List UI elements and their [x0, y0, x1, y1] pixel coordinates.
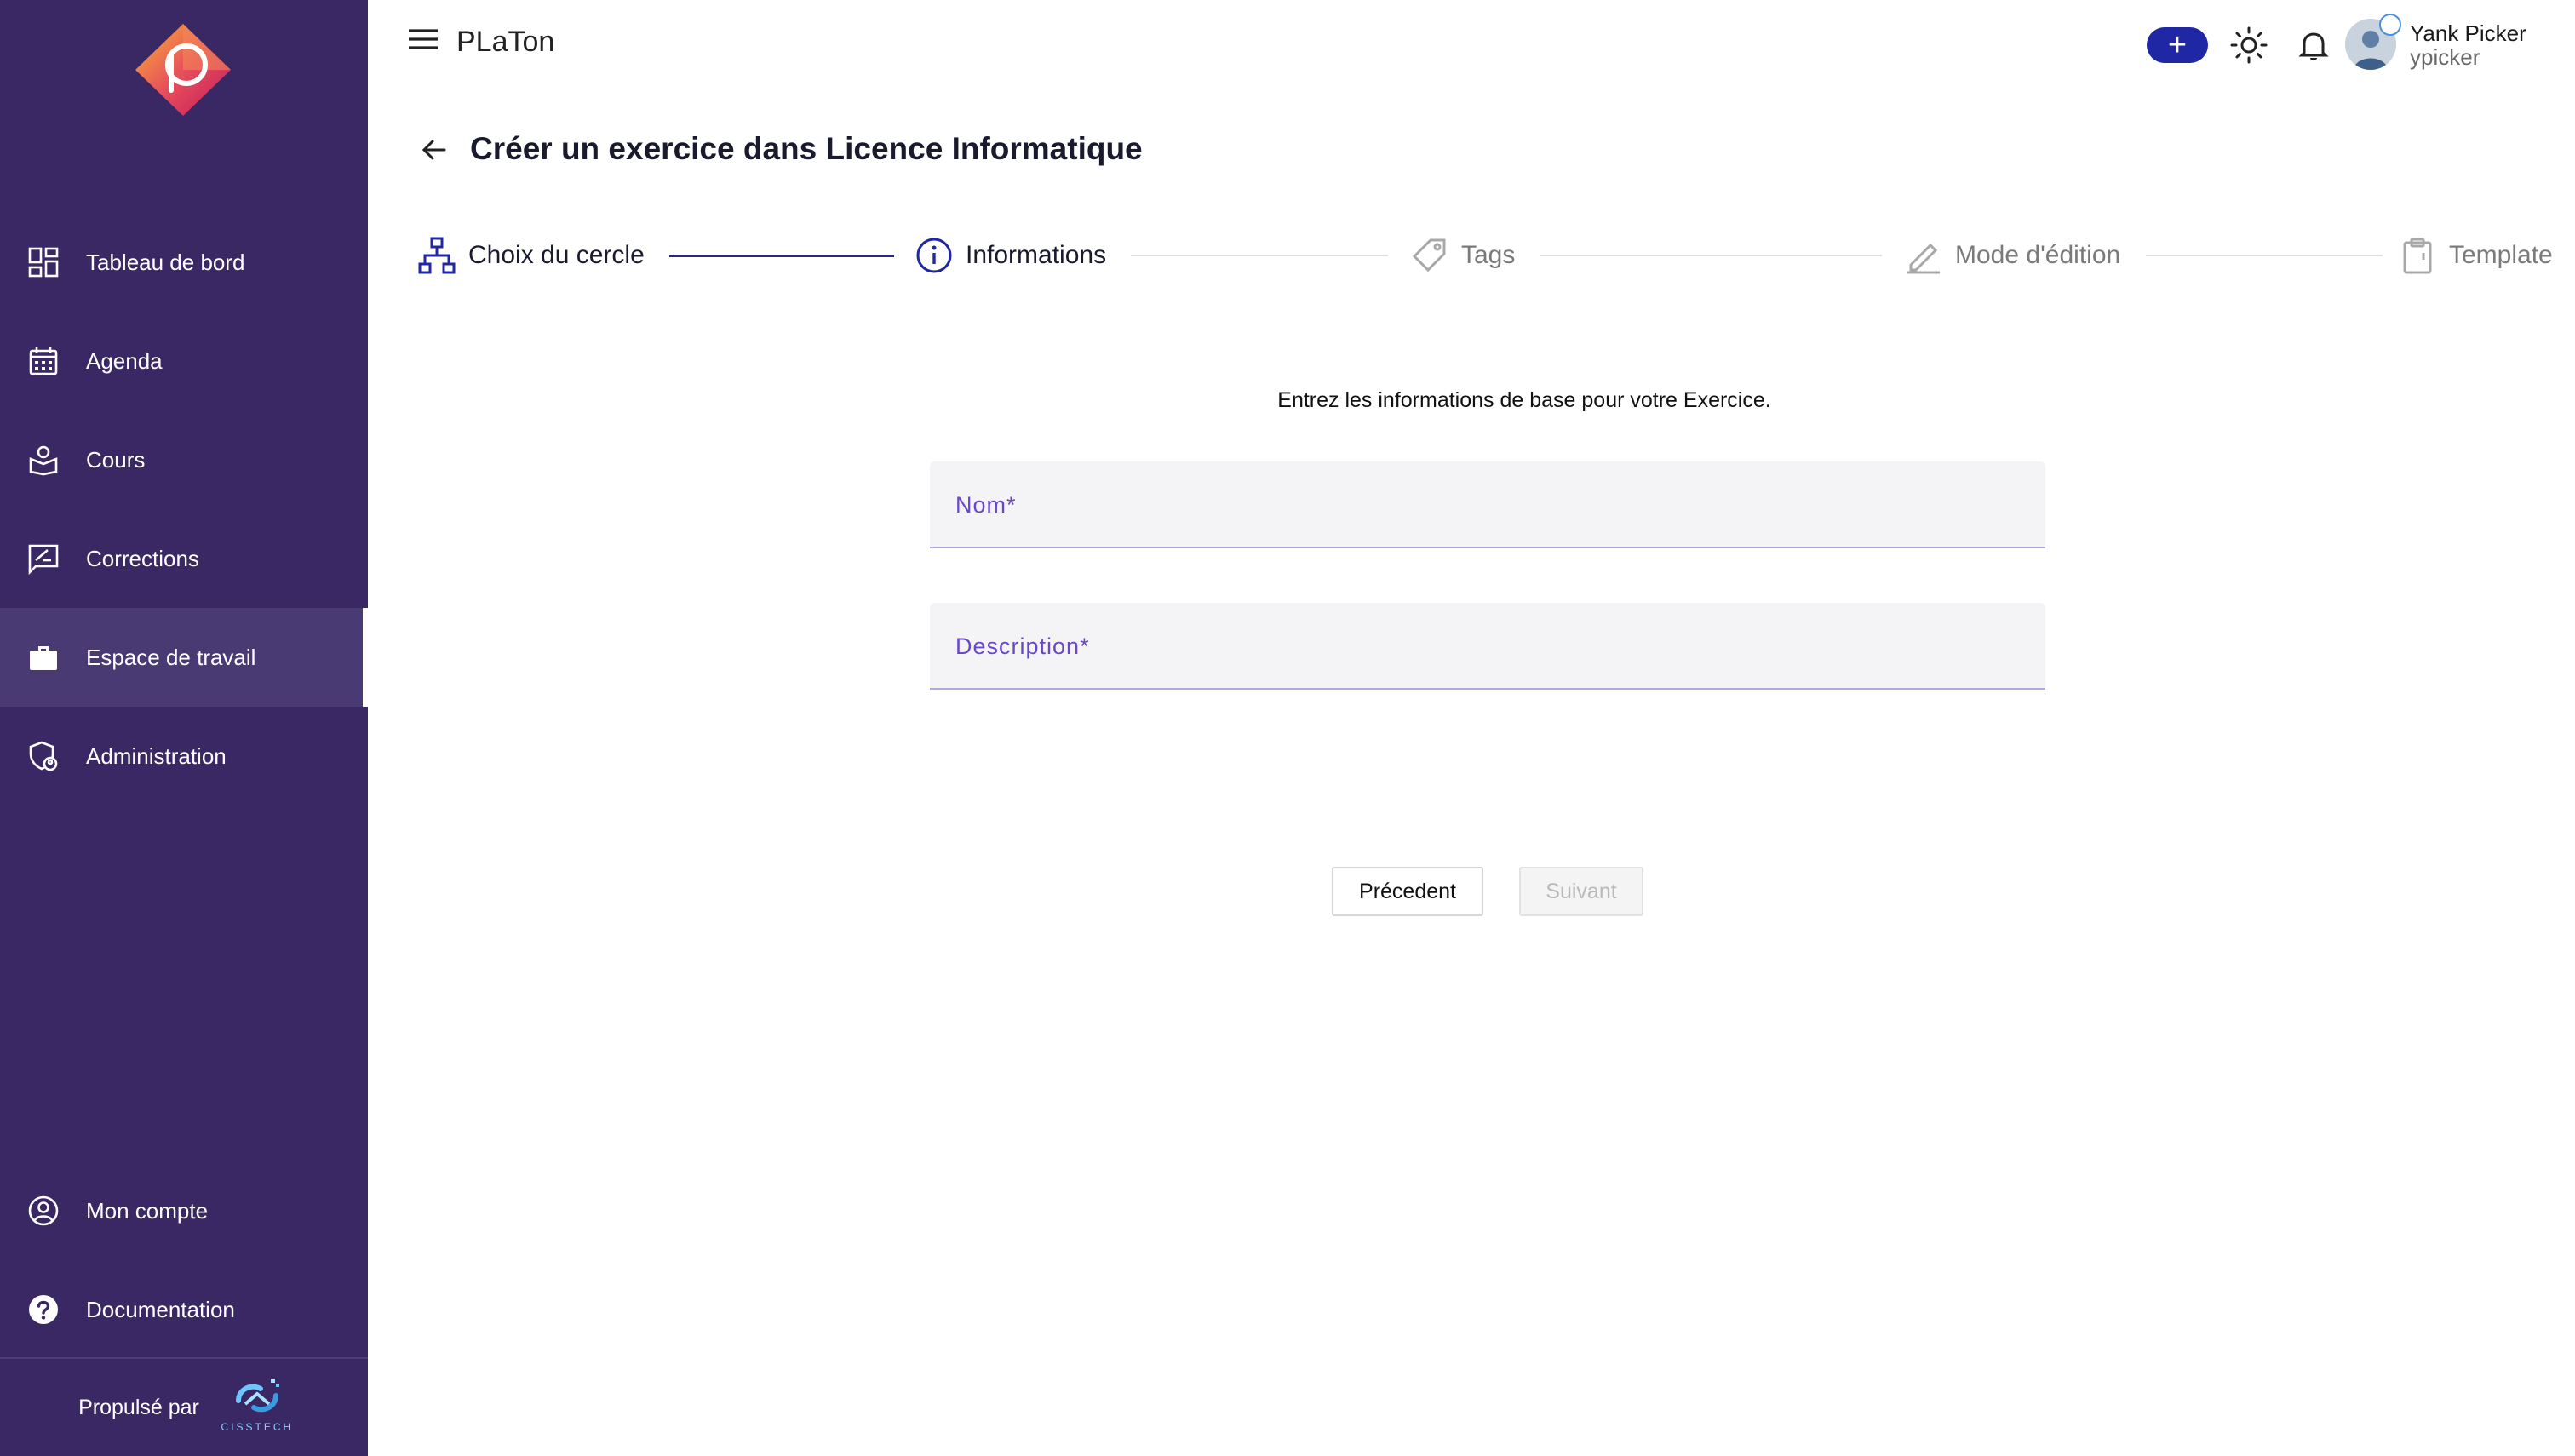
tag-icon: [1410, 236, 1449, 275]
hamburger-menu-icon: [409, 29, 438, 49]
step-label: Tags: [1461, 241, 1516, 269]
step-label: Template: [2449, 241, 2553, 269]
step-label: Choix du cercle: [468, 241, 645, 269]
cisstech-logo[interactable]: CISSTECH: [221, 1375, 290, 1440]
cisstech-logo-text: CISSTECH: [221, 1421, 294, 1433]
sidebar-item-account[interactable]: Mon compte: [0, 1161, 368, 1260]
cisstech-logo-icon: [235, 1379, 279, 1413]
bell-icon: [2298, 32, 2329, 60]
info-icon: [915, 236, 954, 275]
calendar-icon: [27, 345, 60, 377]
sidebar: Tableau de bord Agenda Cours Corrections…: [0, 0, 368, 1456]
clipboard-icon: [2398, 236, 2437, 275]
sidebar-item-label: Tableau de bord: [86, 249, 245, 275]
sidebar-item-label: Mon compte: [86, 1197, 209, 1224]
sidebar-item-label: Documentation: [86, 1296, 235, 1322]
step-label: Mode d'édition: [1955, 241, 2121, 269]
sidebar-item-courses[interactable]: Cours: [0, 410, 368, 509]
sidebar-item-label: Administration: [86, 742, 227, 769]
sidebar-nav: Tableau de bord Agenda Cours Corrections…: [0, 213, 368, 805]
next-button[interactable]: Suivant: [1519, 867, 1643, 916]
sidebar-item-administration[interactable]: Administration: [0, 707, 368, 805]
step-label: Informations: [966, 241, 1107, 269]
user-login: ypicker: [2410, 44, 2480, 70]
admin-icon: [27, 740, 60, 772]
dashboard-icon: [27, 246, 60, 278]
pencil-icon: [1904, 236, 1943, 275]
corrections-icon: [27, 542, 60, 575]
stepper: Choix du cercle Informations Tags Mode d…: [417, 228, 2555, 283]
briefcase-icon: [27, 641, 60, 674]
sidebar-item-label: Corrections: [86, 545, 199, 571]
back-button[interactable]: [417, 133, 451, 167]
powered-by-label: Propulsé par: [78, 1395, 199, 1419]
hierarchy-icon: [417, 236, 456, 275]
account-icon: [27, 1195, 60, 1227]
theme-toggle-button[interactable]: [2229, 26, 2268, 65]
user-name: Yank Picker: [2410, 20, 2526, 46]
sidebar-item-workspace[interactable]: Espace de travail: [0, 608, 368, 707]
sidebar-item-corrections[interactable]: Corrections: [0, 509, 368, 608]
arrow-left-icon: [422, 140, 446, 160]
step-connector: [2146, 255, 2383, 256]
verified-badge-icon: [2379, 14, 2401, 36]
sidebar-bottom-nav: Mon compte Documentation: [0, 1161, 368, 1359]
description-field-label: Description*: [955, 633, 1090, 659]
sidebar-item-dashboard[interactable]: Tableau de bord: [0, 213, 368, 312]
step-edit-mode[interactable]: Mode d'édition: [1904, 228, 2120, 283]
sidebar-item-label: Espace de travail: [86, 644, 256, 670]
sidebar-item-label: Agenda: [86, 347, 163, 374]
previous-button[interactable]: Précedent: [1332, 867, 1483, 916]
page-title: Créer un exercice dans Licence Informati…: [470, 131, 1143, 166]
topbar: PLaTon + Yank Picker ypicker: [368, 0, 2575, 94]
add-button[interactable]: +: [2147, 27, 2208, 63]
plus-icon: +: [2167, 27, 2188, 63]
form-hint: Entrez les informations de base pour vot…: [1277, 388, 1771, 412]
description-field[interactable]: Description*: [930, 603, 2045, 690]
menu-toggle-button[interactable]: [404, 24, 446, 58]
step-connector: [669, 255, 894, 257]
step-template[interactable]: Template: [2398, 228, 2553, 283]
platon-logo[interactable]: [130, 20, 237, 119]
sidebar-item-documentation[interactable]: Documentation: [0, 1260, 368, 1359]
name-field-label: Nom*: [955, 492, 1017, 518]
step-informations[interactable]: Informations: [915, 228, 1106, 283]
sidebar-item-agenda[interactable]: Agenda: [0, 312, 368, 410]
course-icon: [27, 444, 60, 476]
help-icon: [27, 1293, 60, 1326]
app-title[interactable]: PLaTon: [456, 26, 554, 59]
powered-by: Propulsé par CISSTECH: [0, 1359, 368, 1456]
name-field[interactable]: Nom*: [930, 461, 2045, 548]
step-connector: [1540, 255, 1882, 256]
sidebar-item-label: Cours: [86, 446, 146, 473]
step-connector: [1131, 255, 1388, 256]
sun-icon: [2230, 26, 2268, 64]
step-circle-choice[interactable]: Choix du cercle: [417, 228, 645, 283]
step-tags[interactable]: Tags: [1410, 228, 1515, 283]
app-root: Tableau de bord Agenda Cours Corrections…: [0, 0, 2575, 1456]
notifications-button[interactable]: [2294, 26, 2333, 65]
